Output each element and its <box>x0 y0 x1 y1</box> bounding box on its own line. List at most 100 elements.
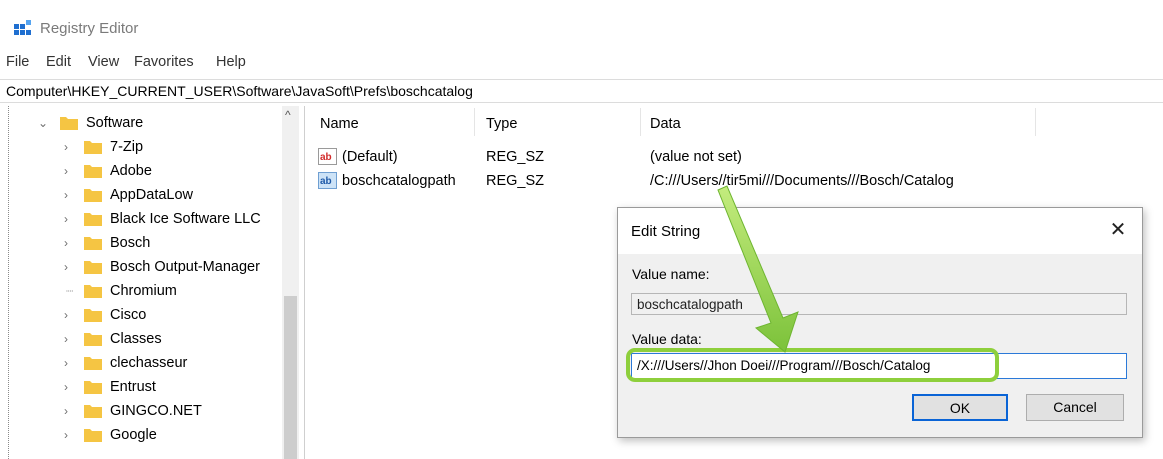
column-separator[interactable] <box>474 108 475 136</box>
column-header-type[interactable]: Type <box>486 116 517 132</box>
tree-item-google[interactable]: › Google <box>0 424 282 448</box>
chevron-right-icon[interactable]: › <box>64 309 74 321</box>
tree-item-clechasseur[interactable]: › clechasseur <box>0 352 282 376</box>
svg-text:ab: ab <box>320 176 332 187</box>
tree-item-label: Bosch <box>110 235 151 251</box>
value-name-field: boschcatalogpath <box>631 293 1127 315</box>
tree-item-label: Adobe <box>110 163 152 179</box>
folder-icon <box>84 357 102 370</box>
tree-item-label: Entrust <box>110 379 156 395</box>
chevron-right-icon[interactable]: › <box>64 429 74 441</box>
tree-item-cisco[interactable]: › Cisco <box>0 304 282 328</box>
value-data: (value not set) <box>650 149 742 165</box>
registry-editor-icon <box>14 20 31 35</box>
tree-item-appdatalow[interactable]: › AppDataLow <box>0 184 282 208</box>
column-separator[interactable] <box>1035 108 1036 136</box>
menu-bar: File Edit View Favorites Help <box>0 54 1163 76</box>
tree-item-label: Black Ice Software LLC <box>110 211 261 227</box>
menu-help[interactable]: Help <box>216 54 246 70</box>
address-bar[interactable]: Computer\HKEY_CURRENT_USER\Software\Java… <box>0 79 1163 103</box>
string-value-icon: ab <box>318 148 337 165</box>
folder-icon <box>84 381 102 394</box>
value-name: boschcatalogpath <box>342 173 456 189</box>
window-titlebar: Registry Editor <box>0 0 1163 52</box>
folder-icon <box>84 309 102 322</box>
menu-view[interactable]: View <box>88 54 119 70</box>
menu-favorites[interactable]: Favorites <box>134 54 194 70</box>
chevron-down-icon[interactable]: ⌄ <box>38 117 48 129</box>
tree-item-black-ice[interactable]: › Black Ice Software LLC <box>0 208 282 232</box>
pane-splitter[interactable] <box>304 106 305 459</box>
cancel-button[interactable]: Cancel <box>1026 394 1124 421</box>
tree-item-software[interactable]: ⌄ Software <box>0 112 282 136</box>
scroll-thumb[interactable] <box>284 296 297 459</box>
folder-icon <box>84 237 102 250</box>
tree-item-adobe[interactable]: › Adobe <box>0 160 282 184</box>
chevron-right-icon[interactable]: › <box>64 165 74 177</box>
tree-item-label: 7-Zip <box>110 139 144 155</box>
tree-item-label: Chromium <box>110 283 177 299</box>
column-header-data[interactable]: Data <box>650 116 681 132</box>
folder-icon <box>84 189 102 202</box>
tree-item-label: GINGCO.NET <box>110 403 202 419</box>
window-title: Registry Editor <box>40 20 139 37</box>
value-row-boschcatalogpath[interactable]: ab boschcatalogpath REG_SZ /C:///Users//… <box>318 170 1138 192</box>
tree-item-gingco[interactable]: › GINGCO.NET <box>0 400 282 424</box>
ok-button[interactable]: OK <box>912 394 1008 421</box>
tree-item-bosch-output-manager[interactable]: › Bosch Output-Manager <box>0 256 282 280</box>
highlight-annotation <box>626 348 999 382</box>
folder-icon <box>84 141 102 154</box>
folder-icon <box>60 117 78 130</box>
address-path[interactable]: Computer\HKEY_CURRENT_USER\Software\Java… <box>6 83 473 99</box>
svg-text:ab: ab <box>320 152 332 163</box>
tree-item-classes[interactable]: › Classes <box>0 328 282 352</box>
folder-icon <box>84 285 102 298</box>
tree-item-label: AppDataLow <box>110 187 194 203</box>
tree-item-7zip[interactable]: › 7-Zip <box>0 136 282 160</box>
dialog-titlebar[interactable]: Edit String ✕ <box>618 208 1142 254</box>
value-type: REG_SZ <box>486 149 545 165</box>
value-data-label: Value data: <box>632 331 702 347</box>
scroll-up-icon[interactable]: ^ <box>285 108 291 122</box>
tree-item-bosch[interactable]: › Bosch <box>0 232 282 256</box>
folder-icon <box>84 213 102 226</box>
tree-connector-icon: ┈ <box>66 284 74 298</box>
tree-scrollbar[interactable]: ^ <box>282 106 299 459</box>
tree-item-label: Bosch Output-Manager <box>110 259 260 275</box>
value-row-default[interactable]: ab (Default) REG_SZ (value not set) <box>318 146 1138 168</box>
chevron-right-icon[interactable]: › <box>64 381 74 393</box>
tree-item-label: Software <box>86 115 144 131</box>
folder-icon <box>84 429 102 442</box>
value-type: REG_SZ <box>486 173 545 189</box>
chevron-right-icon[interactable]: › <box>64 357 74 369</box>
column-header-name[interactable]: Name <box>320 116 359 132</box>
menu-edit[interactable]: Edit <box>46 54 71 70</box>
folder-icon <box>84 405 102 418</box>
value-name-label: Value name: <box>632 266 710 282</box>
edit-string-dialog: Edit String ✕ Value name: boschcatalogpa… <box>617 207 1143 438</box>
chevron-right-icon[interactable]: › <box>64 189 74 201</box>
chevron-right-icon[interactable]: › <box>64 141 74 153</box>
string-value-icon: ab <box>318 172 337 189</box>
value-name: (Default) <box>342 149 398 165</box>
tree-item-label: Google <box>110 427 157 443</box>
tree-item-label: clechasseur <box>110 355 188 371</box>
folder-icon <box>84 165 102 178</box>
chevron-right-icon[interactable]: › <box>64 237 74 249</box>
chevron-right-icon[interactable]: › <box>64 405 74 417</box>
chevron-right-icon[interactable]: › <box>64 333 74 345</box>
tree-item-label: Classes <box>110 331 162 347</box>
tree-item-chromium[interactable]: ┈ Chromium <box>0 280 282 304</box>
dialog-title: Edit String <box>631 223 701 240</box>
value-data: /C:///Users//tir5mi///Documents///Bosch/… <box>650 173 954 189</box>
folder-icon <box>84 333 102 346</box>
tree-item-entrust[interactable]: › Entrust <box>0 376 282 400</box>
chevron-right-icon[interactable]: › <box>64 213 74 225</box>
close-icon[interactable]: ✕ <box>1104 216 1132 244</box>
folder-icon <box>84 261 102 274</box>
chevron-right-icon[interactable]: › <box>64 261 74 273</box>
key-tree-pane[interactable]: ⌄ Software › 7-Zip › Adobe › AppDataLow … <box>0 106 300 459</box>
tree-item-label: Cisco <box>110 307 147 323</box>
menu-file[interactable]: File <box>6 54 29 70</box>
column-separator[interactable] <box>640 108 641 136</box>
